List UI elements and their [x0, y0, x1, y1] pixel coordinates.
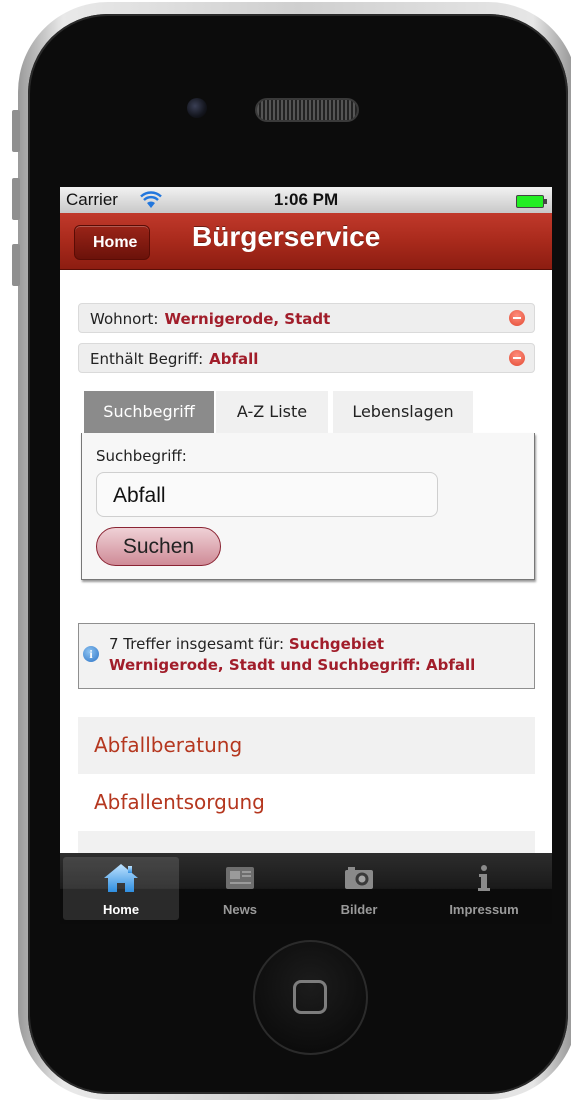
home-icon — [104, 864, 138, 892]
app-screen: Carrier 1:06 PM Home Bürgerservice Wohno… — [60, 187, 552, 924]
tabbar-bilder[interactable]: Bilder — [301, 857, 417, 920]
volume-down-button — [12, 244, 20, 286]
filter-begriff: Enthält Begriff: Abfall — [78, 343, 535, 373]
info-icon — [478, 865, 490, 891]
earpiece-speaker — [255, 98, 359, 122]
remove-filter-icon[interactable] — [509, 310, 525, 326]
tab-a-z-liste[interactable]: A-Z Liste — [216, 391, 328, 433]
silent-switch — [12, 110, 20, 152]
tabbar-news-label: News — [223, 902, 257, 917]
search-input[interactable]: Abfall — [96, 472, 438, 517]
results-summary: 7 Treffer insgesamt für: Suchgebiet Wern… — [109, 635, 476, 674]
back-button-label: Home — [93, 234, 138, 251]
page-title: Bürgerservice — [192, 221, 381, 252]
info-icon: i — [83, 646, 99, 662]
battery-icon — [516, 195, 547, 208]
tabbar-home[interactable]: Home — [63, 857, 179, 920]
filter-begriff-label: Enthält Begriff: Abfall — [90, 350, 259, 368]
tab-bar: Home News Bilder Impressum — [60, 853, 552, 924]
front-camera — [187, 98, 207, 118]
result-link[interactable]: Abfallentsorgung — [78, 774, 535, 831]
tabbar-impressum[interactable]: Impressum — [426, 857, 542, 920]
results-info-box: i 7 Treffer insgesamt für: Suchgebiet We… — [78, 623, 535, 689]
tabbar-home-label: Home — [102, 902, 140, 917]
filter-wohnort: Wohnort: Wernigerode, Stadt — [78, 303, 535, 333]
tabbar-impressum-label: Impressum — [449, 902, 519, 917]
remove-filter-icon[interactable] — [509, 350, 525, 366]
tabbar-bilder-label: Bilder — [340, 902, 378, 917]
hardware-home-button[interactable] — [253, 940, 368, 1055]
filter-begriff-value: Abfall — [209, 350, 259, 368]
news-icon — [226, 867, 254, 889]
volume-up-button — [12, 178, 20, 220]
camera-icon — [345, 867, 373, 889]
status-bar: Carrier 1:06 PM — [60, 187, 552, 213]
tabbar-news[interactable]: News — [182, 857, 298, 920]
back-home-button[interactable]: Home — [74, 225, 151, 260]
tab-suchbegriff[interactable]: Suchbegriff — [84, 391, 214, 433]
filter-wohnort-value: Wernigerode, Stadt — [164, 310, 331, 328]
navigation-bar: Home Bürgerservice — [60, 213, 552, 270]
search-panel: Suchbegriff: Abfall Suchen — [81, 433, 535, 580]
tab-lebenslagen[interactable]: Lebenslagen — [333, 391, 473, 433]
result-link[interactable]: Abfallberatung — [78, 717, 535, 774]
filter-wohnort-label: Wohnort: Wernigerode, Stadt — [90, 310, 331, 328]
home-button-square-icon — [293, 980, 327, 1014]
search-label: Suchbegriff: — [96, 447, 187, 465]
search-button[interactable]: Suchen — [96, 527, 221, 566]
status-time: 1:06 PM — [273, 190, 339, 209]
